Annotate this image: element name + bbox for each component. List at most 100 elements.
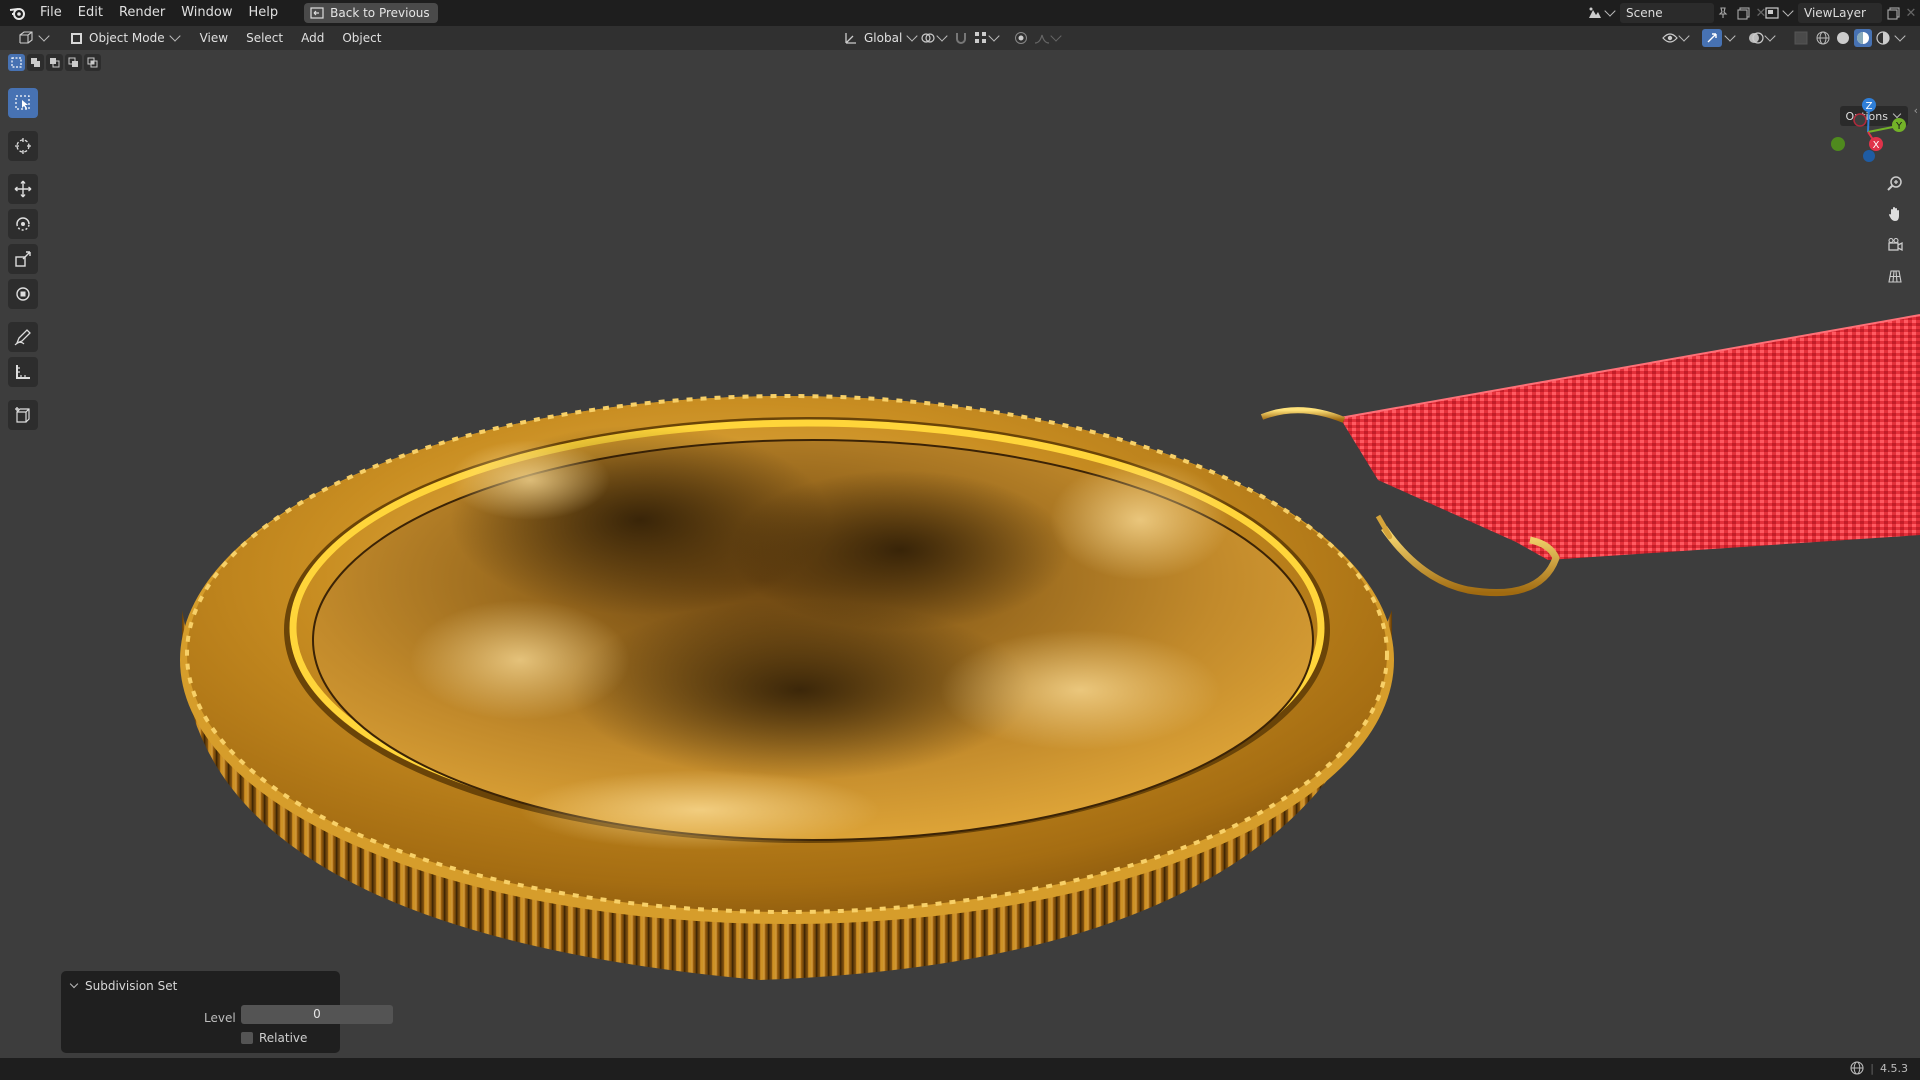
object-mode-icon xyxy=(71,32,82,44)
menu-select[interactable]: Select xyxy=(237,26,292,50)
pin-icon[interactable] xyxy=(1714,7,1732,19)
orientation-label: Global xyxy=(864,31,903,45)
ribbon xyxy=(1340,315,1920,560)
mode-selector[interactable]: Object Mode xyxy=(64,28,187,48)
selection-mode-group xyxy=(8,54,101,71)
select-intersect-icon[interactable] xyxy=(84,54,101,71)
last-operator-panel: Subdivision Set Level 0 Relative xyxy=(61,971,393,1053)
add-cube-tool[interactable] xyxy=(8,400,38,430)
chevron-down-icon xyxy=(1782,5,1794,17)
rotate-tool[interactable] xyxy=(8,209,38,239)
annotate-pencil-icon xyxy=(14,329,31,346)
eye-icon xyxy=(1662,33,1678,43)
scene-selector[interactable]: Scene ✕ xyxy=(1584,3,1768,23)
select-new-icon[interactable] xyxy=(8,54,25,71)
gizmo-neg-z[interactable] xyxy=(1863,150,1875,162)
material-preview-shading-icon[interactable] xyxy=(1854,29,1872,47)
camera-view-icon[interactable] xyxy=(1882,232,1908,258)
xray-icon xyxy=(1794,31,1808,45)
gizmo-neg-y[interactable] xyxy=(1831,137,1845,151)
proportional-editing-icon xyxy=(1015,32,1027,44)
select-extend-icon[interactable] xyxy=(27,54,44,71)
pan-hand-icon[interactable] xyxy=(1882,201,1908,227)
view-layer-selector[interactable]: ViewLayer ✕ xyxy=(1762,3,1918,23)
solid-shading-icon[interactable] xyxy=(1834,29,1852,47)
visibility-selector[interactable] xyxy=(1660,28,1692,48)
scene-name-field[interactable]: Scene xyxy=(1620,3,1714,23)
move-tool[interactable] xyxy=(8,174,38,204)
pivot-point-selector[interactable] xyxy=(914,28,954,48)
chevron-down-icon[interactable] xyxy=(1894,30,1906,42)
gizmo-neg-x[interactable] xyxy=(1853,113,1867,127)
overlays-toggle[interactable] xyxy=(1746,28,1778,48)
3d-viewport-icon xyxy=(19,31,33,44)
version-info: | 4.5.3 xyxy=(1850,1061,1908,1075)
select-box-tool[interactable] xyxy=(8,88,38,118)
relative-checkbox[interactable] xyxy=(241,1032,253,1044)
select-box-icon xyxy=(15,95,30,110)
xray-toggle[interactable] xyxy=(1792,28,1810,48)
scene-name: Scene xyxy=(1626,6,1663,20)
transform-tool[interactable] xyxy=(8,279,38,309)
view-layer-name: ViewLayer xyxy=(1804,6,1866,20)
overlays-icon xyxy=(1749,32,1764,44)
menu-edit[interactable]: Edit xyxy=(70,0,111,26)
menu-object[interactable]: Object xyxy=(333,26,390,50)
chevron-down-icon xyxy=(1764,30,1776,42)
chevron-down-icon xyxy=(1678,30,1690,42)
scale-tool[interactable] xyxy=(8,244,38,274)
wireframe-shading-icon[interactable] xyxy=(1814,29,1832,47)
navigation-tools xyxy=(1882,170,1908,294)
rendered-shading-icon[interactable] xyxy=(1874,29,1892,47)
back-to-previous-button[interactable]: Back to Previous xyxy=(304,3,438,23)
new-view-layer-icon[interactable] xyxy=(1882,6,1904,20)
navigation-gizmo[interactable]: Z Y X xyxy=(1824,88,1914,178)
chevron-down-icon xyxy=(1604,5,1616,17)
measure-tool[interactable] xyxy=(8,357,38,387)
transform-orientation-selector[interactable]: Global xyxy=(838,28,924,48)
mode-label: Object Mode xyxy=(89,31,165,45)
zoom-icon[interactable] xyxy=(1882,170,1908,196)
medal-scene xyxy=(180,314,1920,980)
add-cube-icon xyxy=(15,407,30,423)
ring xyxy=(1260,407,1346,423)
menu-render[interactable]: Render xyxy=(111,0,173,26)
level-field[interactable]: 0 xyxy=(241,1005,393,1024)
annotate-tool[interactable] xyxy=(8,322,38,352)
select-subtract-icon[interactable] xyxy=(46,54,63,71)
cursor-tool[interactable] xyxy=(8,131,38,161)
snap-toggle[interactable] xyxy=(952,28,970,48)
menu-view[interactable]: View xyxy=(191,26,237,50)
proportional-editing-toggle[interactable] xyxy=(1012,28,1030,48)
menu-window[interactable]: Window xyxy=(173,0,240,26)
proportional-falloff-selector[interactable] xyxy=(1032,28,1064,48)
rotate-icon xyxy=(16,217,30,231)
gizmo-toggle[interactable] xyxy=(1700,28,1738,48)
network-globe-icon[interactable] xyxy=(1850,1061,1864,1075)
select-invert-icon[interactable] xyxy=(65,54,82,71)
editor-type-selector[interactable] xyxy=(12,28,56,48)
menu-file[interactable]: File xyxy=(32,0,70,26)
orientation-global-icon xyxy=(845,33,856,44)
scene-icon xyxy=(1584,3,1606,23)
relative-option[interactable]: Relative xyxy=(241,1031,307,1045)
3d-viewport[interactable]: Options Z Y X ‹ Subdivision Set Level 0 … xyxy=(0,50,1920,1058)
new-scene-icon[interactable] xyxy=(1732,6,1754,20)
menu-help[interactable]: Help xyxy=(241,0,287,26)
back-icon xyxy=(310,7,324,19)
view-layer-name-field[interactable]: ViewLayer xyxy=(1798,3,1882,23)
pivot-icon xyxy=(921,33,935,43)
move-icon xyxy=(14,180,32,198)
snap-target-selector[interactable] xyxy=(972,28,1002,48)
back-to-previous-label: Back to Previous xyxy=(330,6,430,20)
chevron-down-icon xyxy=(168,30,181,42)
panel-header[interactable]: Subdivision Set xyxy=(69,979,178,993)
menu-add[interactable]: Add xyxy=(292,26,333,50)
blender-logo-icon[interactable] xyxy=(8,3,28,23)
sidebar-toggle-icon[interactable]: ‹ xyxy=(1914,104,1918,117)
panel-title: Subdivision Set xyxy=(85,979,178,993)
chevron-down-icon xyxy=(69,979,79,989)
gizmo-y-label: Y xyxy=(1895,121,1903,132)
perspective-toggle-icon[interactable] xyxy=(1882,263,1908,289)
delete-view-layer-icon[interactable]: ✕ xyxy=(1904,6,1918,21)
